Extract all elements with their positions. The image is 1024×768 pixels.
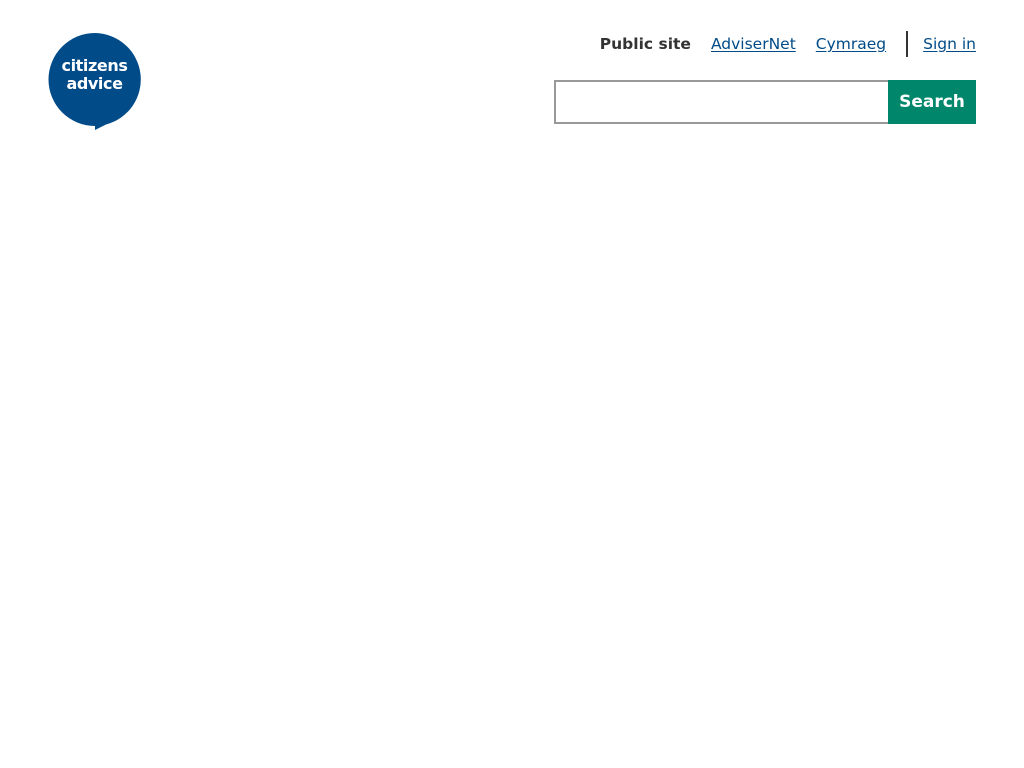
cymraeg-link[interactable]: Cymraeg [816,35,886,53]
advisernet-link[interactable]: AdviserNet [711,35,796,53]
top-navigation: Public site AdviserNet Cymraeg Sign in [600,31,976,57]
logo-line-2: advice [66,74,123,93]
sign-in-link[interactable]: Sign in [923,35,976,53]
search-button[interactable]: Search [888,80,976,124]
citizens-advice-logo[interactable]: citizens advice [48,33,142,131]
page: citizens advice Public site AdviserNet C… [0,0,1024,768]
search-form: Search [554,80,976,124]
logo-line-1: citizens [61,56,128,75]
current-site-label: Public site [599,35,691,53]
search-input[interactable] [554,80,888,124]
logo-text: citizens advice [48,57,141,93]
nav-divider [906,31,909,57]
